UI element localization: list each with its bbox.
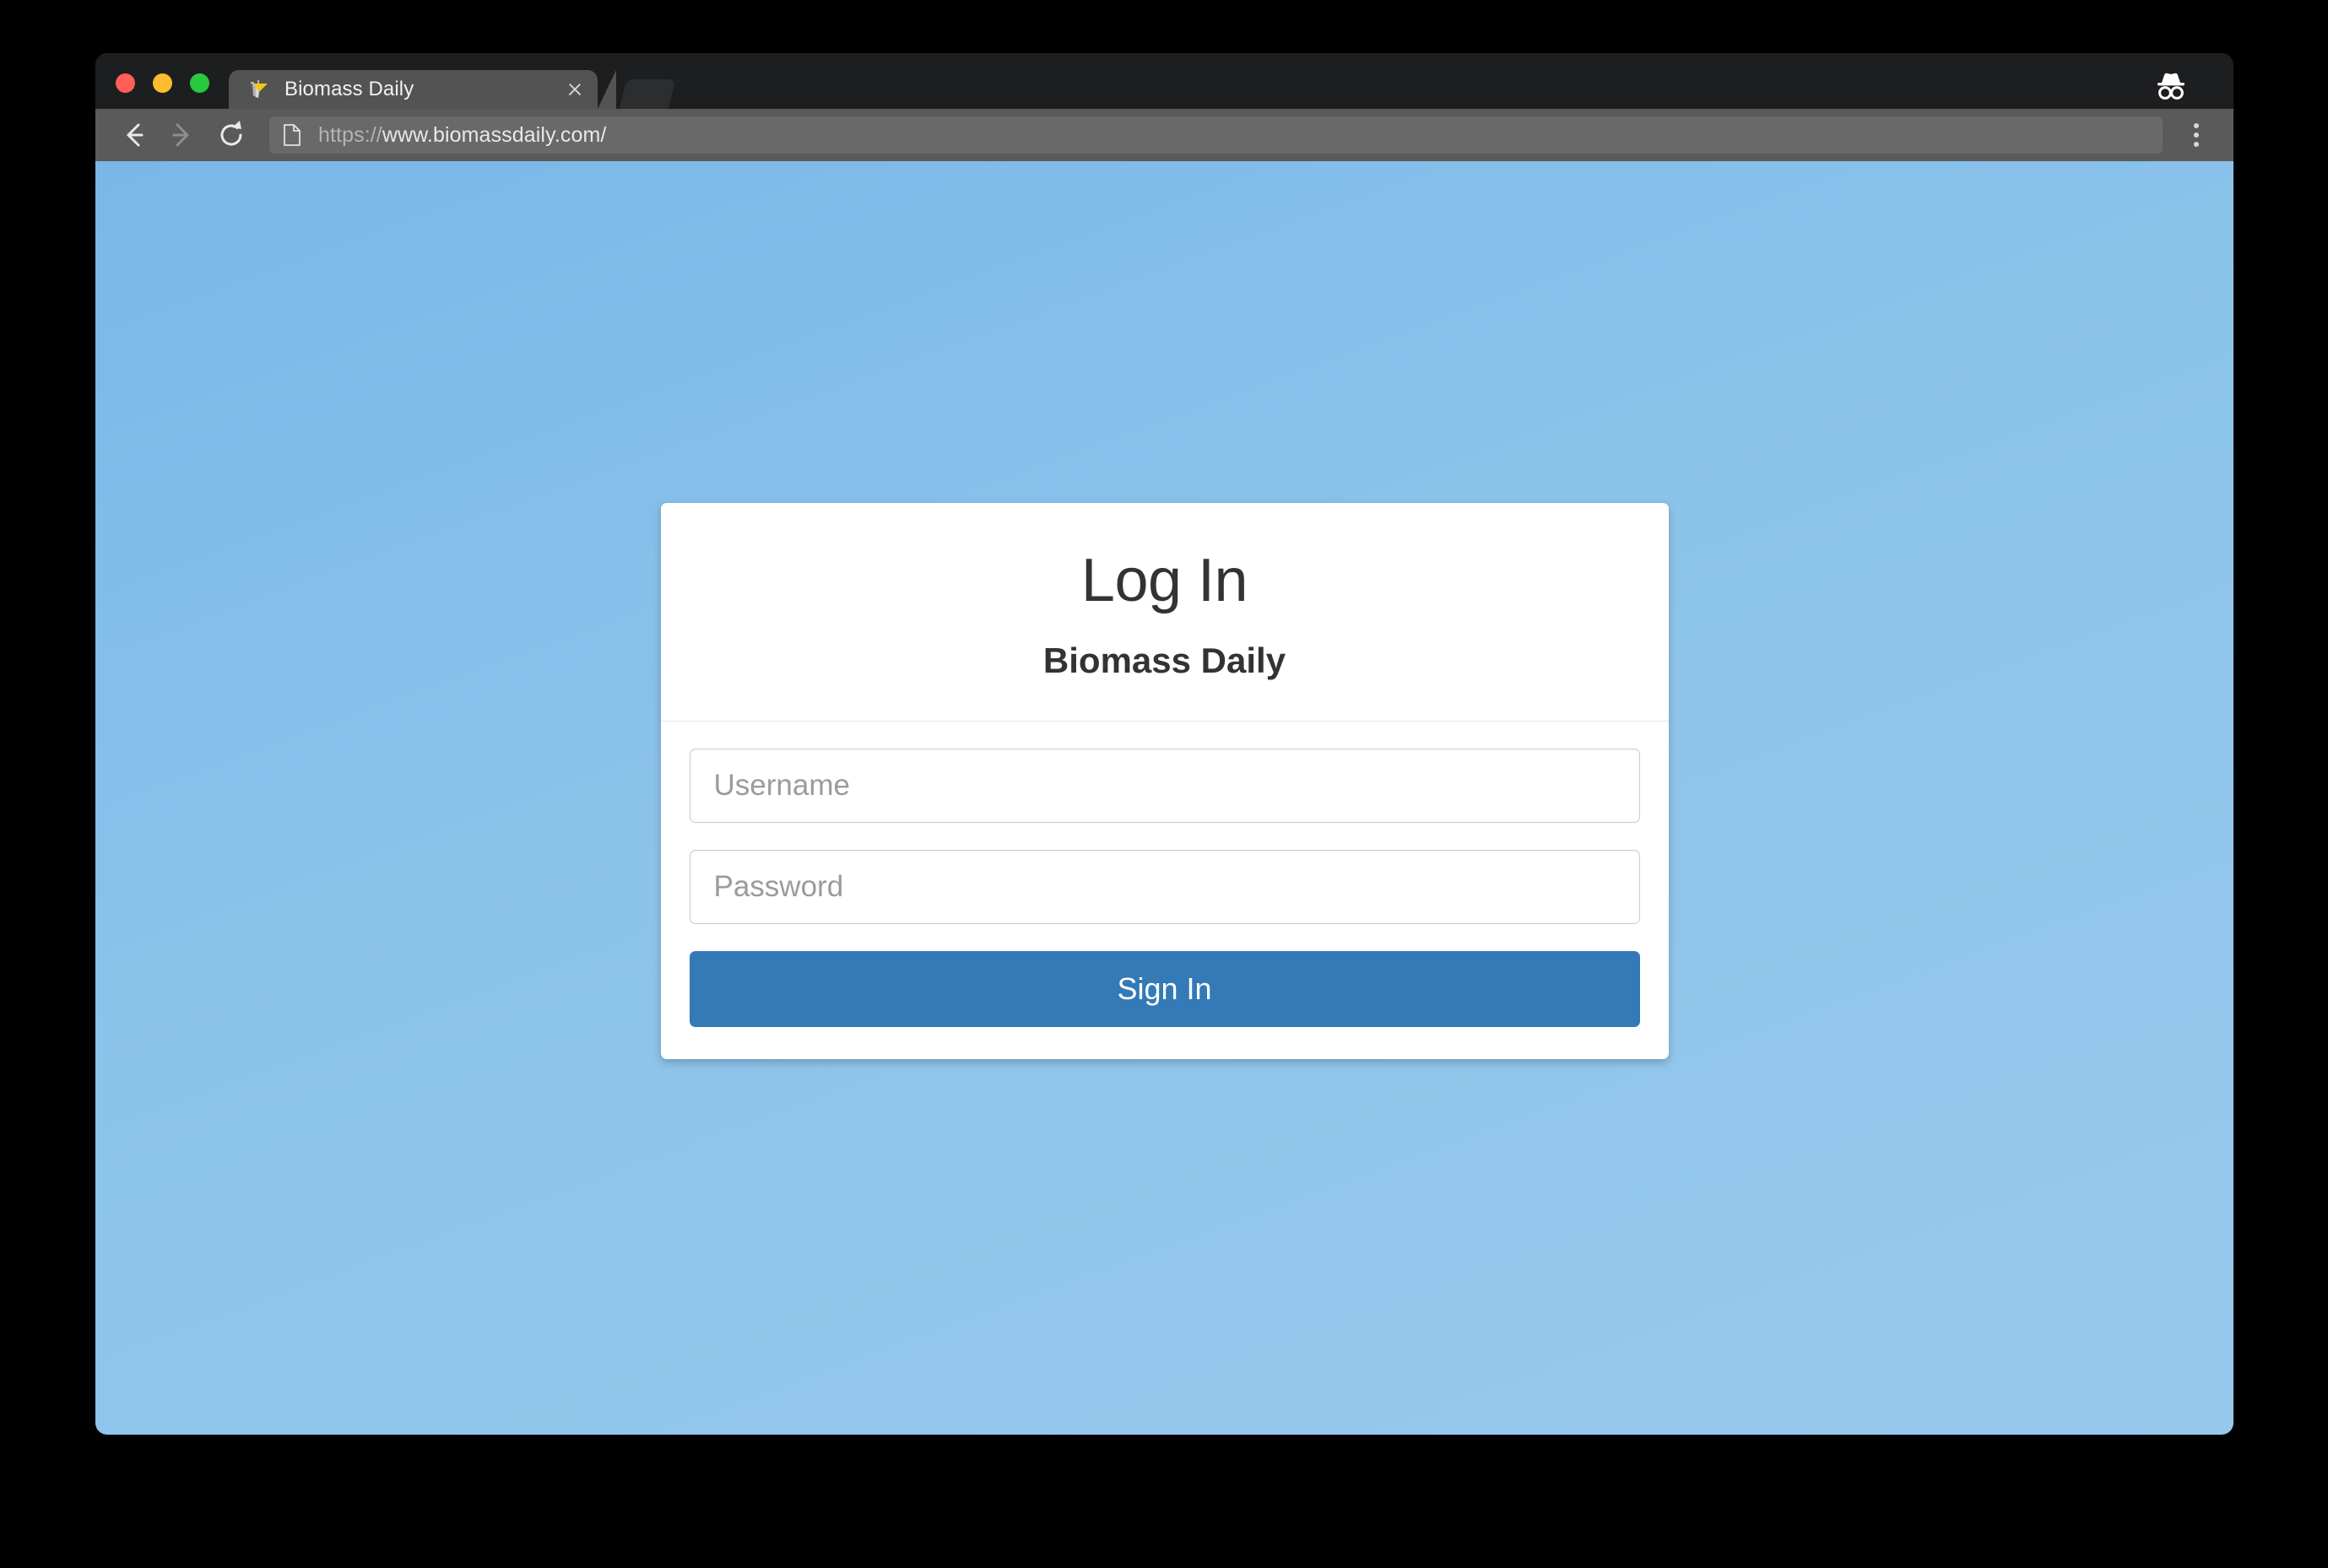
tab-strip: Biomass Daily xyxy=(95,53,2233,109)
login-card: Log In Biomass Daily Sign In xyxy=(660,503,1669,1059)
biomass-daily-favicon xyxy=(247,78,270,101)
url-host: www.biomassdaily.com/ xyxy=(382,122,607,147)
url-bar[interactable]: https://www.biomassdaily.com/ xyxy=(269,116,2163,154)
username-input[interactable] xyxy=(689,749,1640,823)
forward-arrow-icon xyxy=(160,112,205,158)
url-text: https://www.biomassdaily.com/ xyxy=(318,123,606,148)
login-form: Sign In xyxy=(661,722,1669,1059)
menu-dot xyxy=(2194,132,2199,138)
close-icon[interactable] xyxy=(560,75,589,104)
url-scheme: https:// xyxy=(318,122,382,147)
window-minimize-button[interactable] xyxy=(153,73,172,93)
browser-window: Biomass Daily https://www.biomassdaily.c… xyxy=(95,53,2233,1435)
new-tab-button[interactable] xyxy=(619,79,676,109)
menu-dot xyxy=(2194,123,2199,128)
back-arrow-icon[interactable] xyxy=(111,112,156,158)
page-document-icon xyxy=(283,124,301,146)
app-name-subtitle: Biomass Daily xyxy=(1042,641,1286,680)
sign-in-button[interactable]: Sign In xyxy=(689,951,1640,1027)
window-controls xyxy=(116,73,209,93)
reload-icon[interactable] xyxy=(208,112,254,158)
three-dot-menu-icon[interactable] xyxy=(2174,113,2218,157)
window-close-button[interactable] xyxy=(116,73,135,93)
window-maximize-button[interactable] xyxy=(190,73,209,93)
menu-dot xyxy=(2194,142,2199,147)
browser-toolbar: https://www.biomassdaily.com/ xyxy=(95,109,2233,161)
page-title: Log In xyxy=(1080,547,1248,614)
login-card-header: Log In Biomass Daily xyxy=(660,503,1669,722)
password-input[interactable] xyxy=(689,850,1640,924)
browser-tab-title: Biomass Daily xyxy=(284,78,414,100)
browser-tab-biomass-daily[interactable]: Biomass Daily xyxy=(229,70,616,109)
incognito-icon xyxy=(2149,68,2193,102)
page-viewport: Log In Biomass Daily Sign In xyxy=(95,161,2233,1435)
